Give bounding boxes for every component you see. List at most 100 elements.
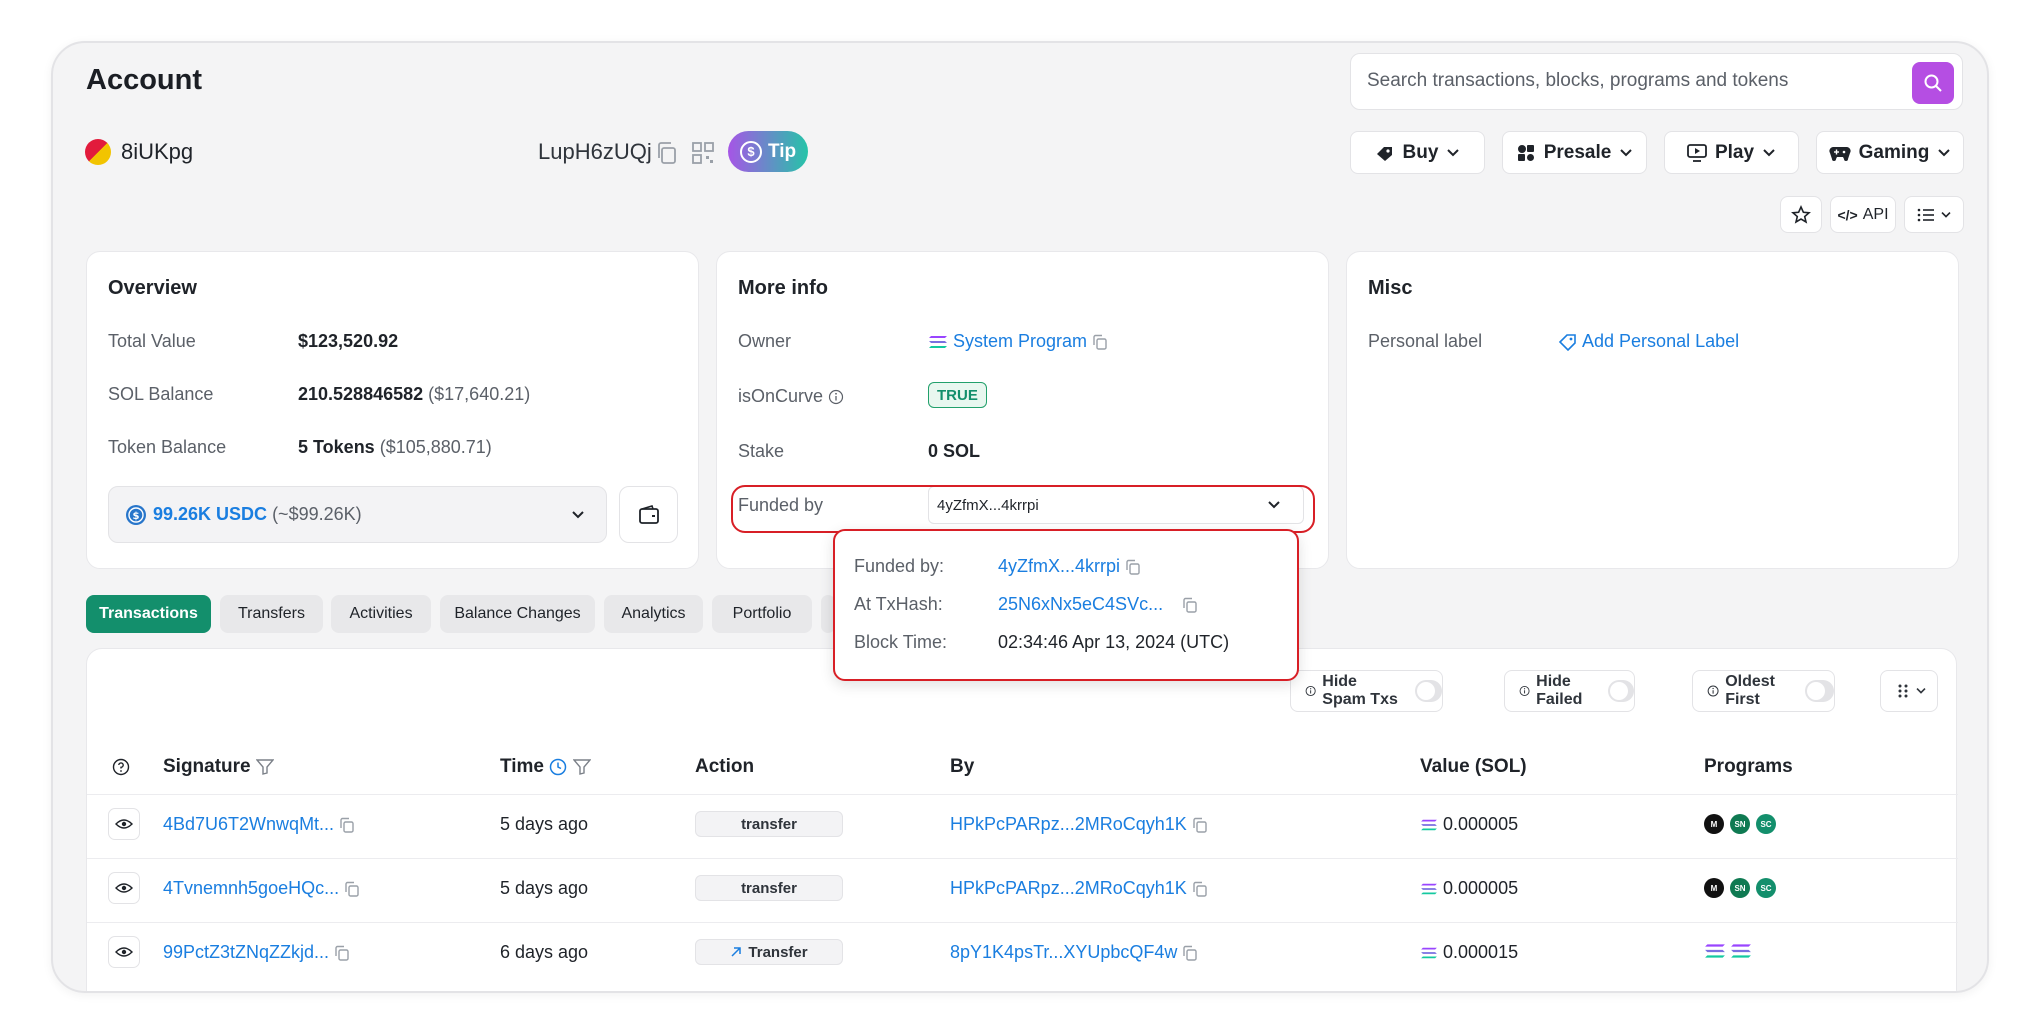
search-input[interactable]: Search transactions, blocks, programs an…: [1367, 70, 1788, 92]
account-avatar: [85, 139, 111, 165]
copy-icon[interactable]: [656, 141, 678, 165]
info-icon: [1519, 686, 1530, 696]
program-icon[interactable]: SC: [1756, 878, 1776, 898]
wallet-button[interactable]: [619, 486, 678, 543]
tip-button[interactable]: $ Tip: [728, 131, 808, 172]
star-icon: [1791, 204, 1811, 224]
view-tx-button[interactable]: [108, 872, 140, 904]
oncurve-label: isOnCurve: [738, 386, 844, 407]
wallet-icon: [638, 504, 659, 524]
time-header-text: Time: [500, 756, 545, 777]
misc-title: Misc: [1368, 277, 1413, 299]
token-balance-value: 5 Tokens: [298, 437, 375, 457]
tab-analytics[interactable]: Analytics: [604, 595, 703, 633]
program-icon[interactable]: SC: [1756, 814, 1776, 834]
action-badge: transfer: [695, 811, 843, 837]
svg-text:$: $: [133, 511, 140, 522]
table-row: 4Tvnemnh5goeHQc...: [163, 878, 360, 899]
program-icon[interactable]: SN: [1730, 814, 1750, 834]
token-select[interactable]: $ 99.26K USDC (~$99.26K): [108, 486, 607, 543]
solana-icon: [1421, 884, 1437, 895]
copy-icon[interactable]: [339, 817, 355, 833]
by-cell: HPkPcPARpz...2MRoCqyh1K: [950, 878, 1208, 899]
copy-icon[interactable]: [1125, 559, 1141, 575]
tab-portfolio[interactable]: Portfolio: [712, 595, 812, 633]
oldest-first-switch[interactable]: [1805, 680, 1834, 702]
gaming-menu-button[interactable]: Gaming: [1816, 131, 1964, 174]
token-select-value: 99.26K USDC: [153, 504, 268, 524]
hide-failed-switch[interactable]: [1607, 680, 1634, 702]
column-header-action: Action: [695, 756, 755, 777]
overview-card: Overview Total Value $123,520.92 SOL Bal…: [86, 251, 699, 569]
filter-icon[interactable]: [572, 759, 591, 775]
action-label: transfer: [741, 879, 797, 897]
popup-tx-row: 25N6xNx5eC4SVc...: [998, 594, 1198, 615]
signature-link[interactable]: 4Bd7U6T2WnwqMt...: [163, 814, 334, 834]
buy-menu-button[interactable]: Buy: [1350, 131, 1485, 174]
help-icon[interactable]: [112, 758, 130, 776]
solana-program-icon[interactable]: [1730, 942, 1752, 960]
columns-menu-button[interactable]: [1880, 670, 1938, 712]
signature-link[interactable]: 99PctZ3tZNqZZkjd...: [163, 942, 329, 962]
signature-link[interactable]: 4Tvnemnh5goeHQc...: [163, 878, 339, 898]
table-row: 4Bd7U6T2WnwqMt...: [163, 814, 355, 835]
tab-transactions[interactable]: Transactions: [86, 595, 211, 633]
value-cell: 0.000015: [1420, 942, 1518, 963]
copy-icon[interactable]: [1092, 334, 1108, 350]
program-icon[interactable]: M: [1704, 878, 1724, 898]
tab-transfers[interactable]: Transfers: [220, 595, 323, 633]
view-tx-button[interactable]: [108, 936, 140, 968]
account-address: LupH6zUQj: [538, 139, 652, 164]
oldest-first-toggle[interactable]: Oldest First: [1692, 670, 1835, 712]
personal-label-label: Personal label: [1368, 331, 1483, 351]
tab-activities[interactable]: Activities: [331, 595, 431, 633]
view-tx-button[interactable]: [108, 808, 140, 840]
value-text: 0.000005: [1443, 814, 1519, 834]
action-badge: Transfer: [695, 939, 843, 965]
play-menu-button[interactable]: Play: [1664, 131, 1799, 174]
token-balance-label: Token Balance: [108, 437, 227, 457]
value-text: 0.000005: [1443, 878, 1519, 898]
by-link[interactable]: HPkPcPARpz...2MRoCqyh1K: [950, 814, 1187, 834]
search-button[interactable]: [1912, 62, 1954, 104]
copy-icon[interactable]: [334, 945, 350, 961]
copy-icon[interactable]: [1192, 817, 1208, 833]
clock-icon[interactable]: [549, 758, 567, 776]
sol-balance-value: 210.528846582: [298, 384, 424, 404]
by-link[interactable]: HPkPcPARpz...2MRoCqyh1K: [950, 878, 1187, 898]
by-link[interactable]: 8pY1K4psTr...XYUpbcQF4w: [950, 942, 1177, 962]
account-name: 8iUKpg: [121, 139, 194, 164]
eye-icon: [115, 947, 133, 957]
list-menu-button[interactable]: [1904, 196, 1964, 233]
copy-icon[interactable]: [1192, 881, 1208, 897]
popup-funded-link[interactable]: 4yZfmX...4krrpi: [998, 556, 1120, 576]
api-button[interactable]: </> API: [1830, 196, 1896, 233]
copy-icon[interactable]: [1182, 945, 1198, 961]
total-value: $123,520.92: [298, 331, 399, 351]
hide-spam-toggle[interactable]: Hide Spam Txs: [1290, 670, 1443, 712]
presale-menu-button[interactable]: Presale: [1502, 131, 1647, 174]
solana-program-icon[interactable]: [1704, 942, 1726, 960]
program-icon[interactable]: SN: [1730, 878, 1750, 898]
popup-funded-label: Funded by:: [854, 556, 945, 576]
filter-icon[interactable]: [255, 759, 274, 775]
hide-spam-switch[interactable]: [1415, 680, 1442, 702]
tab-balance-changes[interactable]: Balance Changes: [440, 595, 595, 633]
search-bar[interactable]: Search transactions, blocks, programs an…: [1350, 53, 1963, 110]
owner-link[interactable]: System Program: [953, 331, 1087, 351]
qr-code-icon[interactable]: [691, 141, 715, 165]
copy-icon[interactable]: [344, 881, 360, 897]
add-personal-label-link[interactable]: Add Personal Label: [1582, 331, 1739, 351]
table-row: 99PctZ3tZNqZZkjd...: [163, 942, 350, 963]
buy-label: Buy: [1402, 141, 1439, 163]
program-icon[interactable]: M: [1704, 814, 1724, 834]
by-cell: 8pY1K4psTr...XYUpbcQF4w: [950, 942, 1198, 963]
time-cell: 6 days ago: [500, 942, 589, 962]
info-icon[interactable]: [828, 389, 844, 405]
hide-failed-toggle[interactable]: Hide Failed: [1504, 670, 1635, 712]
popup-tx-link[interactable]: 25N6xNx5eC4SVc...: [998, 594, 1163, 614]
copy-icon[interactable]: [1182, 597, 1198, 613]
stake-label: Stake: [738, 441, 785, 461]
header-divider: [87, 794, 1958, 795]
favorite-button[interactable]: [1780, 196, 1822, 233]
